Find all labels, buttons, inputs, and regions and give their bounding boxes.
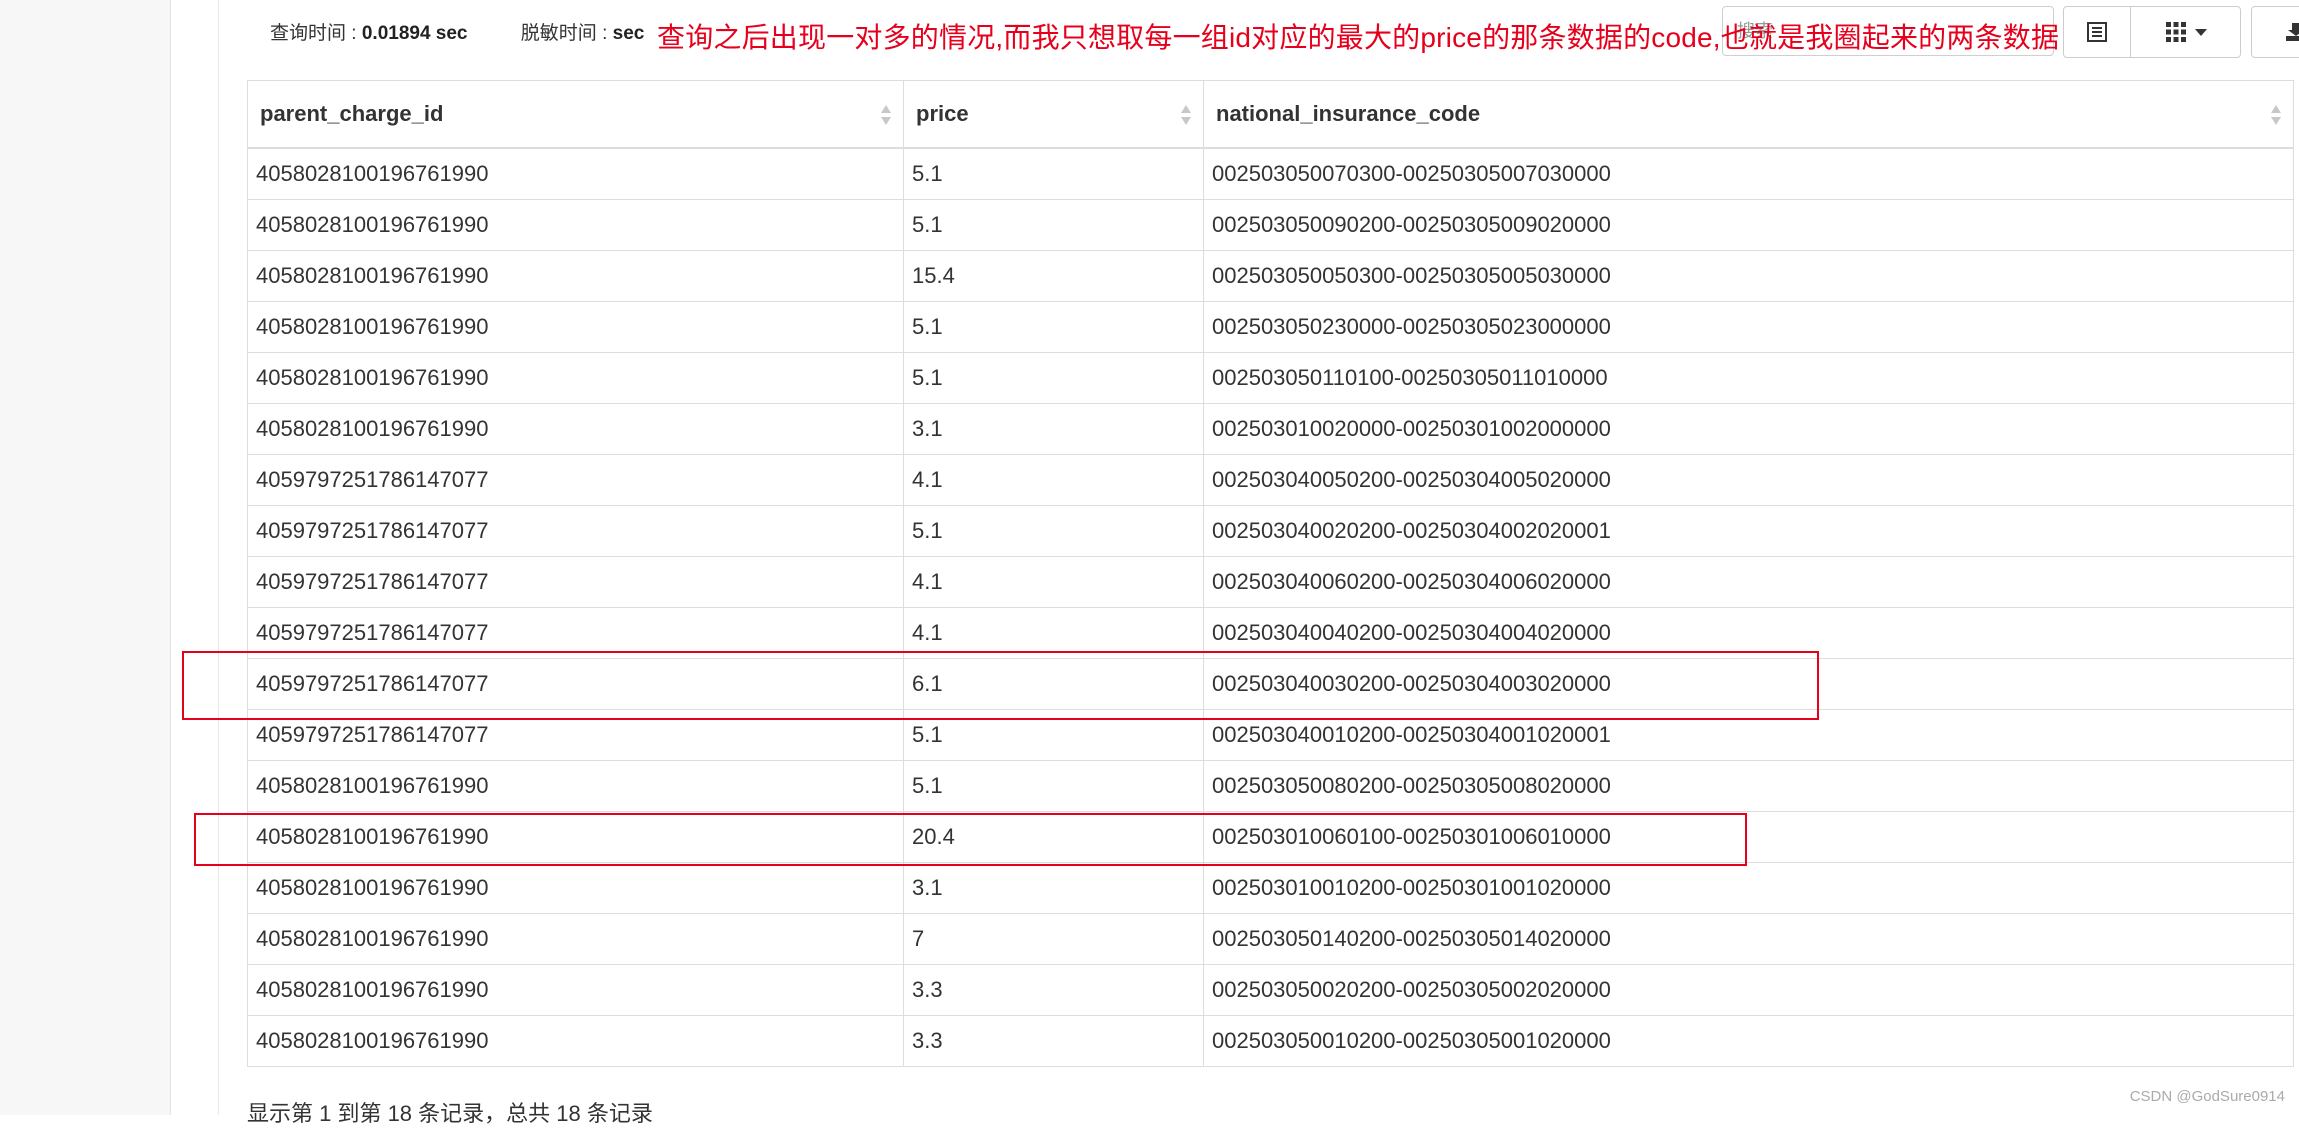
- cell-national-insurance-code: 002503050050300-00250305005030000: [1203, 250, 2294, 302]
- query-time-label: 查询时间 :: [270, 23, 362, 44]
- sort-icon: [881, 105, 891, 127]
- cell-national-insurance-code: 002503050090200-00250305009020000: [1203, 199, 2294, 251]
- column-header-national-insurance-code[interactable]: national_insurance_code: [1203, 80, 2294, 149]
- cell-price: 5.1: [903, 301, 1204, 353]
- columns-grid-icon: [2165, 22, 2186, 42]
- cell-national-insurance-code: 002503040060200-00250304006020000: [1203, 556, 2294, 608]
- table-row: 4058028100196761990 5.1 002503050110100-00…: [247, 352, 2294, 404]
- cell-price: 5.1: [903, 352, 1204, 404]
- cell-national-insurance-code: 002503010060100-00250301006010000: [1203, 811, 2294, 863]
- left-sidebar-gutter: [0, 0, 171, 1115]
- cell-price: 15.4: [903, 250, 1204, 302]
- cell-price: 5.1: [903, 147, 1204, 200]
- cell-price: 3.1: [903, 403, 1204, 455]
- table-row: 4058028100196761990 3.3 002503050010200-00…: [247, 1015, 2294, 1067]
- cell-parent-charge-id: 4058028100196761990: [247, 964, 904, 1016]
- table-row: 4058028100196761990 5.1 002503050230000-00…: [247, 301, 2294, 353]
- cell-parent-charge-id: 4058028100196761990: [247, 301, 904, 353]
- cell-parent-charge-id: 4059797251786147077: [247, 658, 904, 710]
- cell-parent-charge-id: 4058028100196761990: [247, 1015, 904, 1067]
- table-row-highlighted: 4058028100196761990 20.4 002503010060100-0…: [247, 811, 2294, 863]
- cell-price: 4.1: [903, 454, 1204, 506]
- sort-icon: [2271, 105, 2281, 127]
- cell-national-insurance-code: 002503050080200-00250305008020000: [1203, 760, 2294, 812]
- cell-price: 5.1: [903, 760, 1204, 812]
- results-table-container: parent_charge_id price national_insuranc…: [247, 80, 2294, 1067]
- cell-national-insurance-code: 002503040010200-00250304001020001: [1203, 709, 2294, 761]
- cell-price: 20.4: [903, 811, 1204, 863]
- chevron-down-icon: [2194, 28, 2207, 36]
- cell-price: 3.3: [903, 1015, 1204, 1067]
- query-time-value: 0.01894 sec: [361, 23, 468, 44]
- pagination-summary: 显示第 1 到第 18 条记录，总共 18 条记录: [247, 1101, 653, 1126]
- cell-national-insurance-code: 002503040040200-00250304004020000: [1203, 607, 2294, 659]
- table-row: 4059797251786147077 4.1 002503040040200-00…: [247, 607, 2294, 659]
- table-row: 4058028100196761990 5.1 002503050090200-00…: [247, 199, 2294, 251]
- cell-parent-charge-id: 4059797251786147077: [247, 454, 904, 506]
- export-icon: [2286, 23, 2299, 41]
- cell-parent-charge-id: 4058028100196761990: [247, 250, 904, 302]
- cell-parent-charge-id: 4058028100196761990: [247, 147, 904, 200]
- table-row: 4059797251786147077 5.1 002503040010200-00…: [247, 709, 2294, 761]
- table-row: 4058028100196761990 5.1 002503050080200-00…: [247, 760, 2294, 812]
- export-dropdown-button[interactable]: [2251, 6, 2299, 58]
- cell-national-insurance-code: 002503050140200-00250305014020000: [1203, 913, 2294, 965]
- cell-national-insurance-code: 002503050020200-00250305002020000: [1203, 964, 2294, 1016]
- desensitize-time-value: sec: [612, 23, 645, 44]
- query-stats: 查询时间 : 0.01894 sec 脱敏时间 : sec: [270, 18, 644, 45]
- cell-price: 7: [903, 913, 1204, 965]
- cell-price: 5.1: [903, 505, 1204, 557]
- table-row: 4058028100196761990 15.4 002503050050300-0…: [247, 250, 2294, 302]
- cell-price: 4.1: [903, 607, 1204, 659]
- sort-icon: [1181, 105, 1191, 127]
- column-header-price[interactable]: price: [903, 80, 1204, 149]
- cell-price: 3.3: [903, 964, 1204, 1016]
- cell-parent-charge-id: 4059797251786147077: [247, 607, 904, 659]
- cell-parent-charge-id: 4058028100196761990: [247, 403, 904, 455]
- cell-parent-charge-id: 4058028100196761990: [247, 862, 904, 914]
- cell-price: 5.1: [903, 199, 1204, 251]
- cell-price: 6.1: [903, 658, 1204, 710]
- cell-national-insurance-code: 002503040030200-00250304003020000: [1203, 658, 2294, 710]
- annotation-note: 查询之后出现一对多的情况,而我只想取每一组id对应的最大的price的那条数据的…: [657, 22, 2060, 53]
- columns-dropdown-button[interactable]: [2131, 6, 2241, 58]
- cell-national-insurance-code: 002503040050200-00250304005020000: [1203, 454, 2294, 506]
- cell-price: 5.1: [903, 709, 1204, 761]
- panel-divider: [218, 0, 219, 1115]
- cell-price: 3.1: [903, 862, 1204, 914]
- watermark: CSDN @GodSure0914: [2129, 1088, 2285, 1105]
- toggle-list-view-button[interactable]: [2063, 6, 2131, 58]
- cell-parent-charge-id: 4059797251786147077: [247, 556, 904, 608]
- cell-parent-charge-id: 4058028100196761990: [247, 352, 904, 404]
- cell-national-insurance-code: 002503010020000-00250301002000000: [1203, 403, 2294, 455]
- table-row: 4058028100196761990 3.1 002503010020000-00…: [247, 403, 2294, 455]
- table-row: 4059797251786147077 4.1 002503040050200-00…: [247, 454, 2294, 506]
- cell-parent-charge-id: 4059797251786147077: [247, 505, 904, 557]
- table-row: 4058028100196761990 3.1 002503010010200-00…: [247, 862, 2294, 914]
- cell-national-insurance-code: 002503040020200-00250304002020001: [1203, 505, 2294, 557]
- cell-national-insurance-code: 002503050230000-00250305023000000: [1203, 301, 2294, 353]
- results-table: parent_charge_id price national_insuranc…: [247, 80, 2294, 1067]
- desensitize-time-label: 脱敏时间 :: [520, 23, 613, 44]
- table-row: 4058028100196761990 3.3 002503050020200-00…: [247, 964, 2294, 1016]
- cell-parent-charge-id: 4058028100196761990: [247, 199, 904, 251]
- cell-parent-charge-id: 4058028100196761990: [247, 760, 904, 812]
- table-row: 4059797251786147077 5.1 002503040020200-00…: [247, 505, 2294, 557]
- cell-national-insurance-code: 002503050070300-00250305007030000: [1203, 147, 2294, 200]
- cell-national-insurance-code: 002503050010200-00250305001020000: [1203, 1015, 2294, 1067]
- column-header-parent-charge-id[interactable]: parent_charge_id: [247, 80, 904, 149]
- table-row: 4058028100196761990 5.1 002503050070300-00…: [247, 147, 2294, 200]
- table-row: 4058028100196761990 7 002503050140200-0025…: [247, 913, 2294, 965]
- cell-parent-charge-id: 4058028100196761990: [247, 913, 904, 965]
- cell-parent-charge-id: 4059797251786147077: [247, 709, 904, 761]
- cell-parent-charge-id: 4058028100196761990: [247, 811, 904, 863]
- cell-national-insurance-code: 002503050110100-00250305011010000: [1203, 352, 2294, 404]
- table-header-row: parent_charge_id price national_insuranc…: [247, 80, 2294, 149]
- cell-price: 4.1: [903, 556, 1204, 608]
- table-row-highlighted: 4059797251786147077 6.1 002503040030200-00…: [247, 658, 2294, 710]
- table-toolbar: [2063, 6, 2299, 58]
- cell-national-insurance-code: 002503010010200-00250301001020000: [1203, 862, 2294, 914]
- list-view-icon: [2087, 22, 2107, 42]
- table-row: 4059797251786147077 4.1 002503040060200-00…: [247, 556, 2294, 608]
